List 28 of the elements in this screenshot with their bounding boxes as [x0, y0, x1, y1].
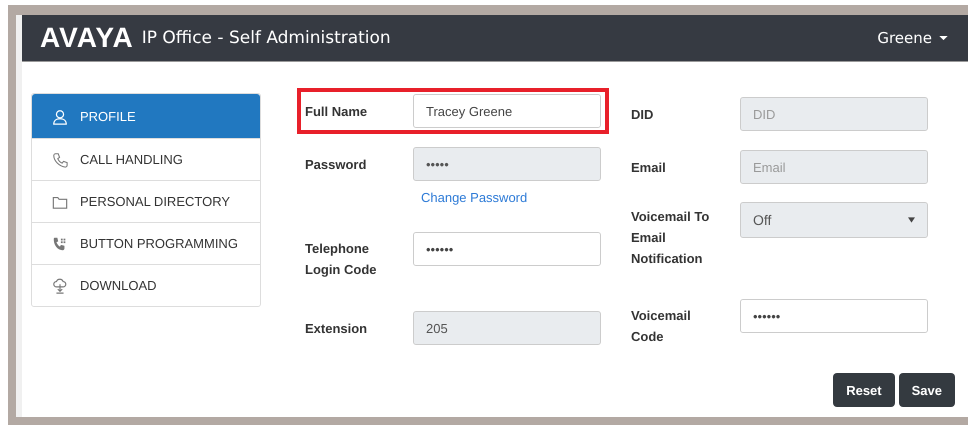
- field-label: Extension: [305, 320, 368, 338]
- sidebar-item[interactable]: DOWNLOAD: [32, 264, 260, 306]
- app-title: IP Office - Self Administration: [142, 28, 391, 48]
- phone-icon: [52, 152, 68, 168]
- sidebar-item[interactable]: PROFILE: [32, 94, 260, 138]
- input-field[interactable]: ••••••: [740, 299, 928, 333]
- caret-icon: [939, 36, 948, 40]
- field-label: Telephone Login Code: [305, 240, 378, 279]
- action-button[interactable]: Save: [898, 373, 955, 407]
- folder-icon: [52, 194, 68, 210]
- user-icon: [52, 109, 68, 125]
- sidebar-item[interactable]: BUTTON PROGRAMMING: [32, 222, 260, 264]
- sidebar-item[interactable]: PERSONAL DIRECTORY: [32, 180, 260, 222]
- field-label: DID: [631, 106, 654, 124]
- field-label: Password: [305, 156, 368, 174]
- input-field[interactable]: Tracey Greene: [413, 94, 601, 128]
- sidebar-item[interactable]: CALL HANDLING: [32, 138, 260, 180]
- caret-icon: [908, 217, 915, 223]
- input-field[interactable]: ••••••: [413, 232, 601, 266]
- phone-keypad-icon: [52, 236, 68, 252]
- field-label: Full Name: [305, 103, 368, 121]
- user-menu[interactable]: Greene: [877, 29, 948, 47]
- cloud-download-icon: [52, 278, 68, 294]
- logo: AVAYA: [40, 22, 134, 54]
- action-button[interactable]: Reset: [833, 373, 895, 407]
- field-label: Voicemail Code: [631, 307, 692, 346]
- field-label: Voicemail To Email Notification: [631, 208, 710, 268]
- field-label: Email: [631, 159, 667, 177]
